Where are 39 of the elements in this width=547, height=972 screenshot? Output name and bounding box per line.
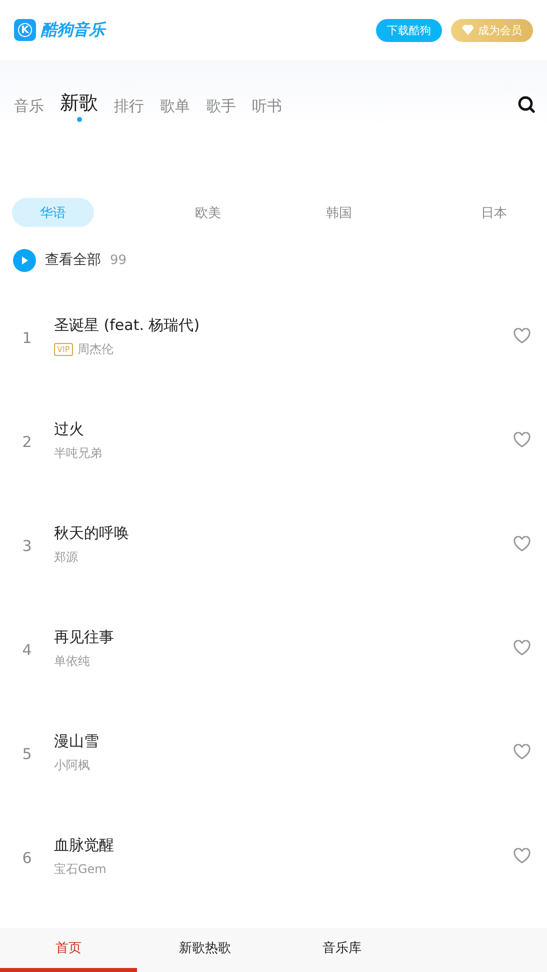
song-title: 过火 bbox=[54, 420, 85, 439]
nav-tab[interactable]: 歌单 bbox=[160, 97, 190, 122]
nav-tab[interactable]: 歌手 bbox=[206, 97, 236, 122]
diamond-icon bbox=[462, 25, 474, 35]
song-artist: 小阿枫 bbox=[54, 757, 90, 774]
play-icon bbox=[13, 248, 36, 272]
nav-tab[interactable]: 新歌 bbox=[60, 90, 98, 122]
logo-icon: K bbox=[14, 19, 36, 41]
song-rank: 6 bbox=[21, 849, 33, 867]
song-rank: 5 bbox=[21, 745, 33, 763]
region-tab[interactable]: 韩国 bbox=[298, 198, 380, 227]
song-count: 99 bbox=[110, 252, 127, 268]
song-artist: 宝石Gem bbox=[54, 861, 106, 878]
region-tab[interactable]: 欧美 bbox=[167, 198, 250, 227]
song-title: 血脉觉醒 bbox=[54, 836, 115, 855]
song-rank: 4 bbox=[21, 641, 33, 659]
play-all-button[interactable]: 查看全部 bbox=[13, 248, 101, 272]
song-artist: 半吨兄弟 bbox=[54, 445, 102, 462]
region-tab[interactable]: 日本 bbox=[453, 198, 535, 227]
nav-tab[interactable]: 听书 bbox=[252, 97, 282, 122]
download-button[interactable]: 下载酷狗 bbox=[376, 18, 442, 42]
logo-text: 酷狗音乐 bbox=[41, 20, 105, 40]
nav-tab[interactable]: 排行 bbox=[114, 97, 144, 122]
bottom-nav-tab[interactable]: 新歌热歌 bbox=[136, 928, 274, 972]
song-rank: 2 bbox=[21, 433, 33, 451]
song-title: 圣诞星 (feat. 杨瑞代) bbox=[54, 316, 201, 335]
song-rank: 1 bbox=[21, 329, 33, 347]
bottom-nav-tab[interactable]: 首页 bbox=[0, 928, 137, 972]
song-artist: 单依纯 bbox=[54, 653, 90, 670]
song-rank: 3 bbox=[21, 537, 33, 555]
song-title: 秋天的呼唤 bbox=[54, 524, 130, 543]
song-artist: 郑源 bbox=[54, 549, 78, 566]
song-artist: 周杰伦 bbox=[78, 341, 114, 358]
vip-badge: VIP bbox=[54, 343, 73, 356]
region-tab[interactable]: 华语 bbox=[12, 198, 94, 227]
bottom-nav-tab[interactable]: 音乐库 bbox=[274, 928, 410, 972]
song-title: 漫山雪 bbox=[54, 732, 100, 751]
nav-tab[interactable]: 音乐 bbox=[14, 97, 44, 122]
song-title: 再见往事 bbox=[54, 628, 115, 647]
